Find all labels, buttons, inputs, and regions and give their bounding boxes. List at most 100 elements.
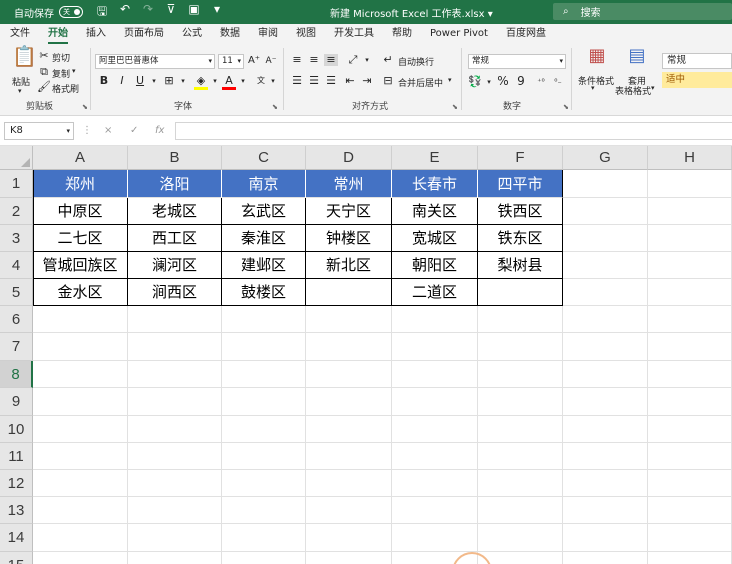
table-cell[interactable]: 新北区 — [306, 252, 392, 279]
merge-dropdown-icon[interactable]: ▾ — [448, 76, 452, 84]
cell[interactable] — [563, 416, 648, 443]
conditional-format-dropdown-icon[interactable]: ▾ — [591, 84, 595, 92]
cell[interactable] — [563, 361, 648, 388]
fill-color-dropdown-icon[interactable]: ▾ — [208, 75, 222, 87]
cell-style-neutral[interactable]: 适中 — [662, 72, 732, 88]
table-cell[interactable]: 中原区 — [33, 198, 128, 225]
cell[interactable] — [306, 524, 392, 552]
table-header-cell[interactable]: 郑州 — [33, 170, 128, 198]
cell[interactable] — [128, 524, 222, 552]
cell[interactable] — [392, 333, 478, 361]
cell[interactable] — [563, 470, 648, 497]
cell[interactable] — [648, 524, 732, 552]
row-header-4[interactable]: 4 — [0, 252, 33, 279]
cell[interactable] — [563, 388, 648, 416]
column-header-d[interactable]: D — [306, 146, 392, 170]
cell[interactable] — [392, 306, 478, 333]
worksheet-grid[interactable]: ABCDEFGH 123456789101112131415 郑州洛阳南京常州长… — [0, 146, 732, 564]
table-cell[interactable]: 建邺区 — [222, 252, 306, 279]
tab-review[interactable]: 审阅 — [258, 24, 278, 44]
cell[interactable] — [306, 388, 392, 416]
cell[interactable] — [128, 306, 222, 333]
column-header-g[interactable]: G — [563, 146, 648, 170]
insert-function-icon[interactable]: fx — [155, 125, 164, 136]
conditional-format-button[interactable]: 条件格式 — [578, 74, 614, 87]
cell[interactable] — [478, 306, 563, 333]
cell[interactable] — [648, 552, 732, 564]
cell[interactable] — [478, 443, 563, 470]
table-cell[interactable]: 铁东区 — [478, 225, 563, 252]
cell[interactable] — [563, 252, 648, 279]
cell[interactable] — [648, 361, 732, 388]
table-cell[interactable]: 老城区 — [128, 198, 222, 225]
cell[interactable] — [392, 497, 478, 524]
tab-page-layout[interactable]: 页面布局 — [124, 24, 164, 44]
cell[interactable] — [128, 361, 222, 388]
cell[interactable] — [478, 470, 563, 497]
cell[interactable] — [128, 333, 222, 361]
cell[interactable] — [392, 388, 478, 416]
align-middle-icon[interactable]: ≡ — [307, 54, 321, 66]
table-cell[interactable] — [478, 279, 563, 306]
cell[interactable] — [222, 361, 306, 388]
cell[interactable] — [648, 252, 732, 279]
cell[interactable] — [222, 470, 306, 497]
align-bottom-icon[interactable]: ≡ — [324, 54, 338, 66]
tab-help[interactable]: 帮助 — [392, 24, 412, 44]
cell[interactable] — [563, 552, 648, 564]
tab-formulas[interactable]: 公式 — [182, 24, 202, 44]
row-header-6[interactable]: 6 — [0, 306, 33, 333]
merge-center-icon[interactable]: ⊟ — [381, 75, 395, 87]
cell[interactable] — [392, 524, 478, 552]
conditional-format-icon[interactable]: ▦ — [587, 47, 607, 65]
bold-icon[interactable]: B — [97, 75, 111, 87]
decrease-indent-icon[interactable]: ⇤ — [343, 75, 357, 87]
number-format-combo[interactable]: 常规 ▾ — [468, 54, 566, 69]
table-cell[interactable]: 鼓楼区 — [222, 279, 306, 306]
cell[interactable] — [306, 306, 392, 333]
font-color-dropdown-icon[interactable]: ▾ — [236, 75, 250, 87]
cell[interactable] — [563, 524, 648, 552]
borders-dropdown-icon[interactable]: ▾ — [176, 75, 190, 87]
cell[interactable] — [222, 443, 306, 470]
autosave-toggle[interactable]: 关 — [59, 6, 83, 18]
phonetic-dropdown-icon[interactable]: ▾ — [266, 75, 280, 87]
paste-icon[interactable]: 📋 — [12, 46, 37, 66]
row-header-3[interactable]: 3 — [0, 225, 33, 252]
column-header-a[interactable]: A — [33, 146, 128, 170]
cell[interactable] — [563, 225, 648, 252]
font-color-icon[interactable]: A — [222, 75, 236, 90]
table-header-cell[interactable]: 常州 — [306, 170, 392, 198]
cell[interactable] — [648, 333, 732, 361]
table-cell[interactable]: 秦淮区 — [222, 225, 306, 252]
cell[interactable] — [478, 497, 563, 524]
tab-file[interactable]: 文件 — [10, 24, 30, 44]
cell[interactable] — [128, 388, 222, 416]
cell[interactable] — [222, 416, 306, 443]
wrap-text-icon[interactable]: ↵ — [381, 54, 395, 66]
cell[interactable] — [306, 333, 392, 361]
cell[interactable] — [648, 225, 732, 252]
tab-home[interactable]: 开始 — [48, 24, 68, 44]
increase-font-icon[interactable]: A⁺ — [247, 55, 261, 67]
format-painter-button[interactable]: 格式刷 — [52, 82, 79, 95]
cell[interactable] — [128, 470, 222, 497]
row-header-10[interactable]: 10 — [0, 416, 33, 443]
column-header-e[interactable]: E — [392, 146, 478, 170]
table-cell[interactable]: 铁西区 — [478, 198, 563, 225]
cell[interactable] — [478, 333, 563, 361]
accounting-dropdown-icon[interactable]: ▾ — [482, 76, 496, 88]
table-header-cell[interactable]: 四平市 — [478, 170, 563, 198]
table-cell[interactable]: 金水区 — [33, 279, 128, 306]
paste-dropdown-icon[interactable]: ▾ — [18, 87, 22, 95]
filter-icon[interactable]: ⊽ — [164, 2, 178, 23]
increase-decimal-icon[interactable]: ⁺⁰ — [534, 76, 548, 88]
cell[interactable] — [478, 416, 563, 443]
cell[interactable] — [392, 416, 478, 443]
font-launcher-icon[interactable]: ⬊ — [272, 103, 278, 111]
cell[interactable] — [563, 198, 648, 225]
column-header-f[interactable]: F — [478, 146, 563, 170]
table-cell[interactable]: 澜河区 — [128, 252, 222, 279]
cell-style-normal[interactable]: 常规 — [662, 53, 732, 69]
table-cell[interactable]: 西工区 — [128, 225, 222, 252]
